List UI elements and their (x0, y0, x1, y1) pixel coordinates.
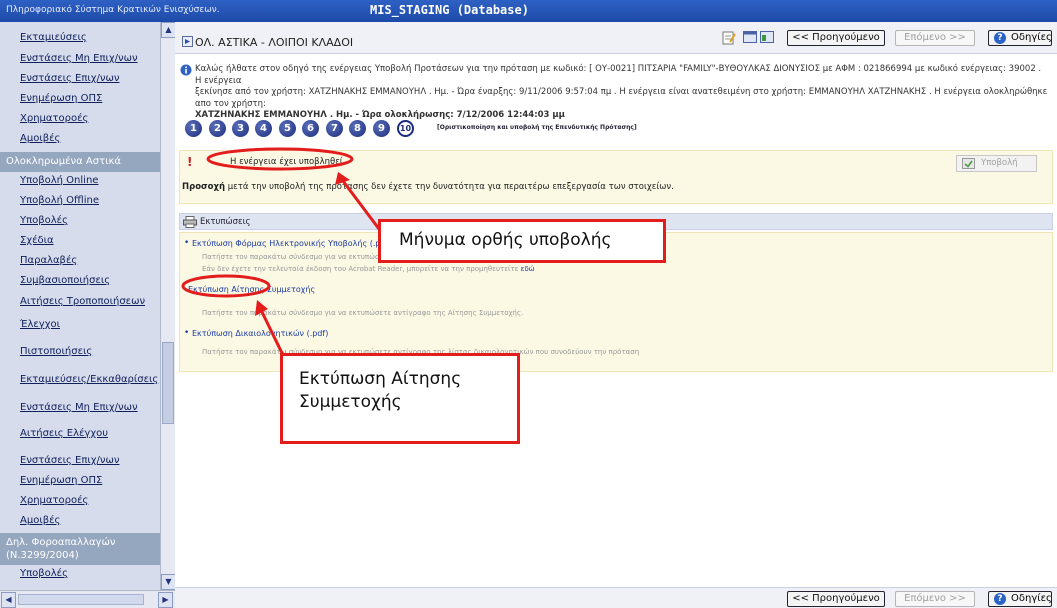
layout-icon[interactable] (760, 31, 774, 43)
sidebar-item[interactable]: Ενστάσεις Επιχ/νων (20, 73, 160, 84)
sidebar-item[interactable]: Εκταμιεύσεις (20, 32, 160, 43)
scrollbar-thumb[interactable] (162, 342, 174, 424)
acrobat-link[interactable]: εδώ (521, 265, 535, 273)
database-title: MIS_STAGING (Database) (370, 3, 529, 17)
note-bold: Προσοχή (182, 182, 226, 192)
sidebar-section-header: Ολοκληρωμένα Αστικά (0, 152, 160, 172)
app-window: Πληροφοριακό Σύστημα Κρατικών Ενισχύσεων… (0, 0, 1057, 608)
wizard-icon (182, 36, 193, 47)
sidebar-item[interactable]: Χρηματοροές (20, 113, 160, 124)
toolbar: ΟΛ. ΑΣΤΙΚΑ - ΛΟΙΠΟΙ ΚΛΑΔΟΙ << Προηγούμεν… (175, 22, 1057, 54)
submit-icon (962, 158, 975, 169)
submission-status-panel: ! Η ενέργεια έχει υποβληθεί Υποβολή Προσ… (179, 150, 1053, 204)
step-9[interactable]: 9 (373, 120, 390, 137)
print-form-link[interactable]: Εκτύπωση Φόρμας Ηλεκτρονικής Υποβολής (.… (192, 239, 391, 248)
sidebar-item[interactable]: Σχέδια (20, 235, 160, 246)
step-3[interactable]: 3 (232, 120, 249, 137)
sidebar-item[interactable]: Χρηματοροές (20, 495, 160, 506)
submission-message: Η ενέργεια έχει υποβληθεί (230, 157, 343, 167)
help-button[interactable]: ? Οδηγίες (988, 30, 1052, 46)
step-5[interactable]: 5 (279, 120, 296, 137)
sidebar-vertical-scrollbar[interactable]: ▲ ▼ (160, 22, 176, 590)
sidebar-item[interactable]: Αιτήσεις Ελέγχου (20, 428, 160, 439)
scroll-right-icon[interactable]: ▶ (158, 592, 173, 608)
app-title: Πληροφοριακό Σύστημα Κρατικών Ενισχύσεων… (6, 5, 220, 15)
sidebar-item[interactable]: Υποβολή Online (20, 175, 160, 186)
wizard-steps: [Οριστικοποίηση και υποβολή της Επενδυτι… (185, 120, 1047, 138)
info-icon (180, 64, 192, 76)
help-label: Οδηγίες (1011, 593, 1052, 604)
sidebar-menu: Εκταμιεύσεις Ενστάσεις Μη Επιχ/νων Ενστάσε… (0, 22, 160, 590)
sidebar-item[interactable]: Υποβολές (20, 568, 160, 579)
sidebar-item[interactable]: Εκταμιεύσεις/Εκκαθαρίσεις (20, 374, 160, 385)
annotation-callout-submission: Μήνυμα ορθής υποβολής (378, 219, 666, 263)
bullet-icon: • (184, 328, 190, 338)
submission-note: Προσοχή μετά την υποβολή της πρότασης δε… (182, 182, 674, 192)
printer-icon (183, 216, 197, 228)
sidebar-item[interactable]: Αιτήσεις Τροποποιήσεων (20, 296, 160, 307)
help-label: Οδηγίες (1011, 32, 1052, 43)
next-button-bottom[interactable]: Επόμενο >> (895, 591, 975, 607)
note-text: μετά την υποβολή της πρότασης δεν έχετε … (225, 182, 674, 192)
bottom-toolbar: << Προηγούμενο Επόμενο >> ? Οδηγίες (175, 587, 1057, 608)
previous-button[interactable]: << Προηγούμενο (787, 30, 885, 46)
scroll-up-icon[interactable]: ▲ (161, 22, 176, 38)
step-2[interactable]: 2 (209, 120, 226, 137)
main-content: ΟΛ. ΑΣΤΙΚΑ - ΛΟΙΠΟΙ ΚΛΑΔΟΙ << Προηγούμεν… (175, 22, 1057, 608)
submit-button[interactable]: Υποβολή (956, 155, 1037, 172)
sidebar-item[interactable]: Αμοιβές (20, 515, 160, 526)
info-line-1: Καλώς ήλθατε στον οδηγό της ενέργειας Υπ… (195, 64, 1042, 86)
help-button-bottom[interactable]: ? Οδηγίες (988, 591, 1052, 607)
step-4[interactable]: 4 (255, 120, 272, 137)
sidebar-item[interactable]: Υποβολή Offline (20, 195, 160, 206)
print-documents-link[interactable]: Εκτύπωση Δικαιολογητικών (.pdf) (192, 329, 328, 338)
next-button[interactable]: Επόμενο >> (895, 30, 975, 46)
sidebar-section-header: Δηλ. Φοροαπαλλαγών (Ν.3299/2004) (0, 533, 160, 565)
sidebar-item[interactable]: Αμοιβές (20, 133, 160, 144)
sidebar-item[interactable]: Έλεγχοι (20, 319, 160, 330)
submit-label: Υποβολή (981, 158, 1018, 168)
print-form-desc-2: Εάν δεν έχετε την τελευταία έκδοση του A… (202, 265, 535, 273)
print-form-desc-2-text: Εάν δεν έχετε την τελευταία έκδοση του A… (202, 265, 519, 273)
sidebar-item[interactable]: Ενστάσεις Μη Επιχ/νων (20, 402, 160, 413)
title-bar: Πληροφοριακό Σύστημα Κρατικών Ενισχύσεων… (0, 0, 1057, 22)
print-application-link[interactable]: Εκτύπωση Αίτησης Συμμετοχής (188, 285, 315, 294)
sidebar-item[interactable]: Ενημέρωση ΟΠΣ (20, 93, 160, 104)
scrollbar-thumb-horizontal[interactable] (18, 594, 144, 605)
step-8[interactable]: 8 (349, 120, 366, 137)
sidebar-item[interactable]: Ενημέρωση ΟΠΣ (20, 475, 160, 486)
print-application-desc: Πατήστε τον παρακάτω σύνδεσμο για να εκτ… (202, 309, 524, 317)
help-icon: ? (994, 32, 1006, 44)
sidebar-item[interactable]: Ενστάσεις Μη Επιχ/νων (20, 53, 160, 64)
warning-icon: ! (187, 155, 193, 169)
sidebar-item[interactable]: Παραλαβές (20, 255, 160, 266)
prints-header-label: Εκτυπώσεις (200, 217, 251, 227)
page-title: ΟΛ. ΑΣΤΙΚΑ - ΛΟΙΠΟΙ ΚΛΑΔΟΙ (195, 36, 354, 49)
scroll-left-icon[interactable]: ◀ (1, 592, 16, 608)
sidebar-item[interactable]: Πιστοποιήσεις (20, 346, 160, 357)
step-10[interactable]: 10 (397, 120, 414, 137)
info-line-2: ξεκίνησε από τον χρήστη: ΧΑΤΖΗΝΑΚΗΣ ΕΜΜΑ… (195, 87, 1048, 109)
previous-button-bottom[interactable]: << Προηγούμενο (787, 591, 885, 607)
bullet-icon: • (184, 238, 190, 248)
edit-note-icon[interactable] (722, 30, 736, 46)
current-step-label: [Οριστικοποίηση και υποβολή της Επενδυτι… (437, 124, 637, 131)
step-1[interactable]: 1 (185, 120, 202, 137)
step-7[interactable]: 7 (326, 120, 343, 137)
sidebar-item[interactable]: Συμβασιοποιήσεις (20, 275, 160, 286)
scroll-down-icon[interactable]: ▼ (161, 574, 176, 590)
sidebar: Εκταμιεύσεις Ενστάσεις Μη Επιχ/νων Ενστάσε… (0, 22, 176, 608)
annotation-callout-print: Εκτύπωση Αίτησης Συμμετοχής (280, 353, 520, 444)
step-6[interactable]: 6 (302, 120, 319, 137)
sidebar-item[interactable]: Υποβολές (20, 215, 160, 226)
sidebar-item[interactable]: Ενστάσεις Επιχ/νων (20, 455, 160, 466)
window-icon[interactable] (743, 31, 757, 43)
help-icon: ? (994, 593, 1006, 605)
info-panel: Καλώς ήλθατε στον οδηγό της ενέργειας Υπ… (180, 64, 1050, 120)
sidebar-horizontal-scrollbar[interactable]: ◀ ▶ (0, 590, 175, 608)
